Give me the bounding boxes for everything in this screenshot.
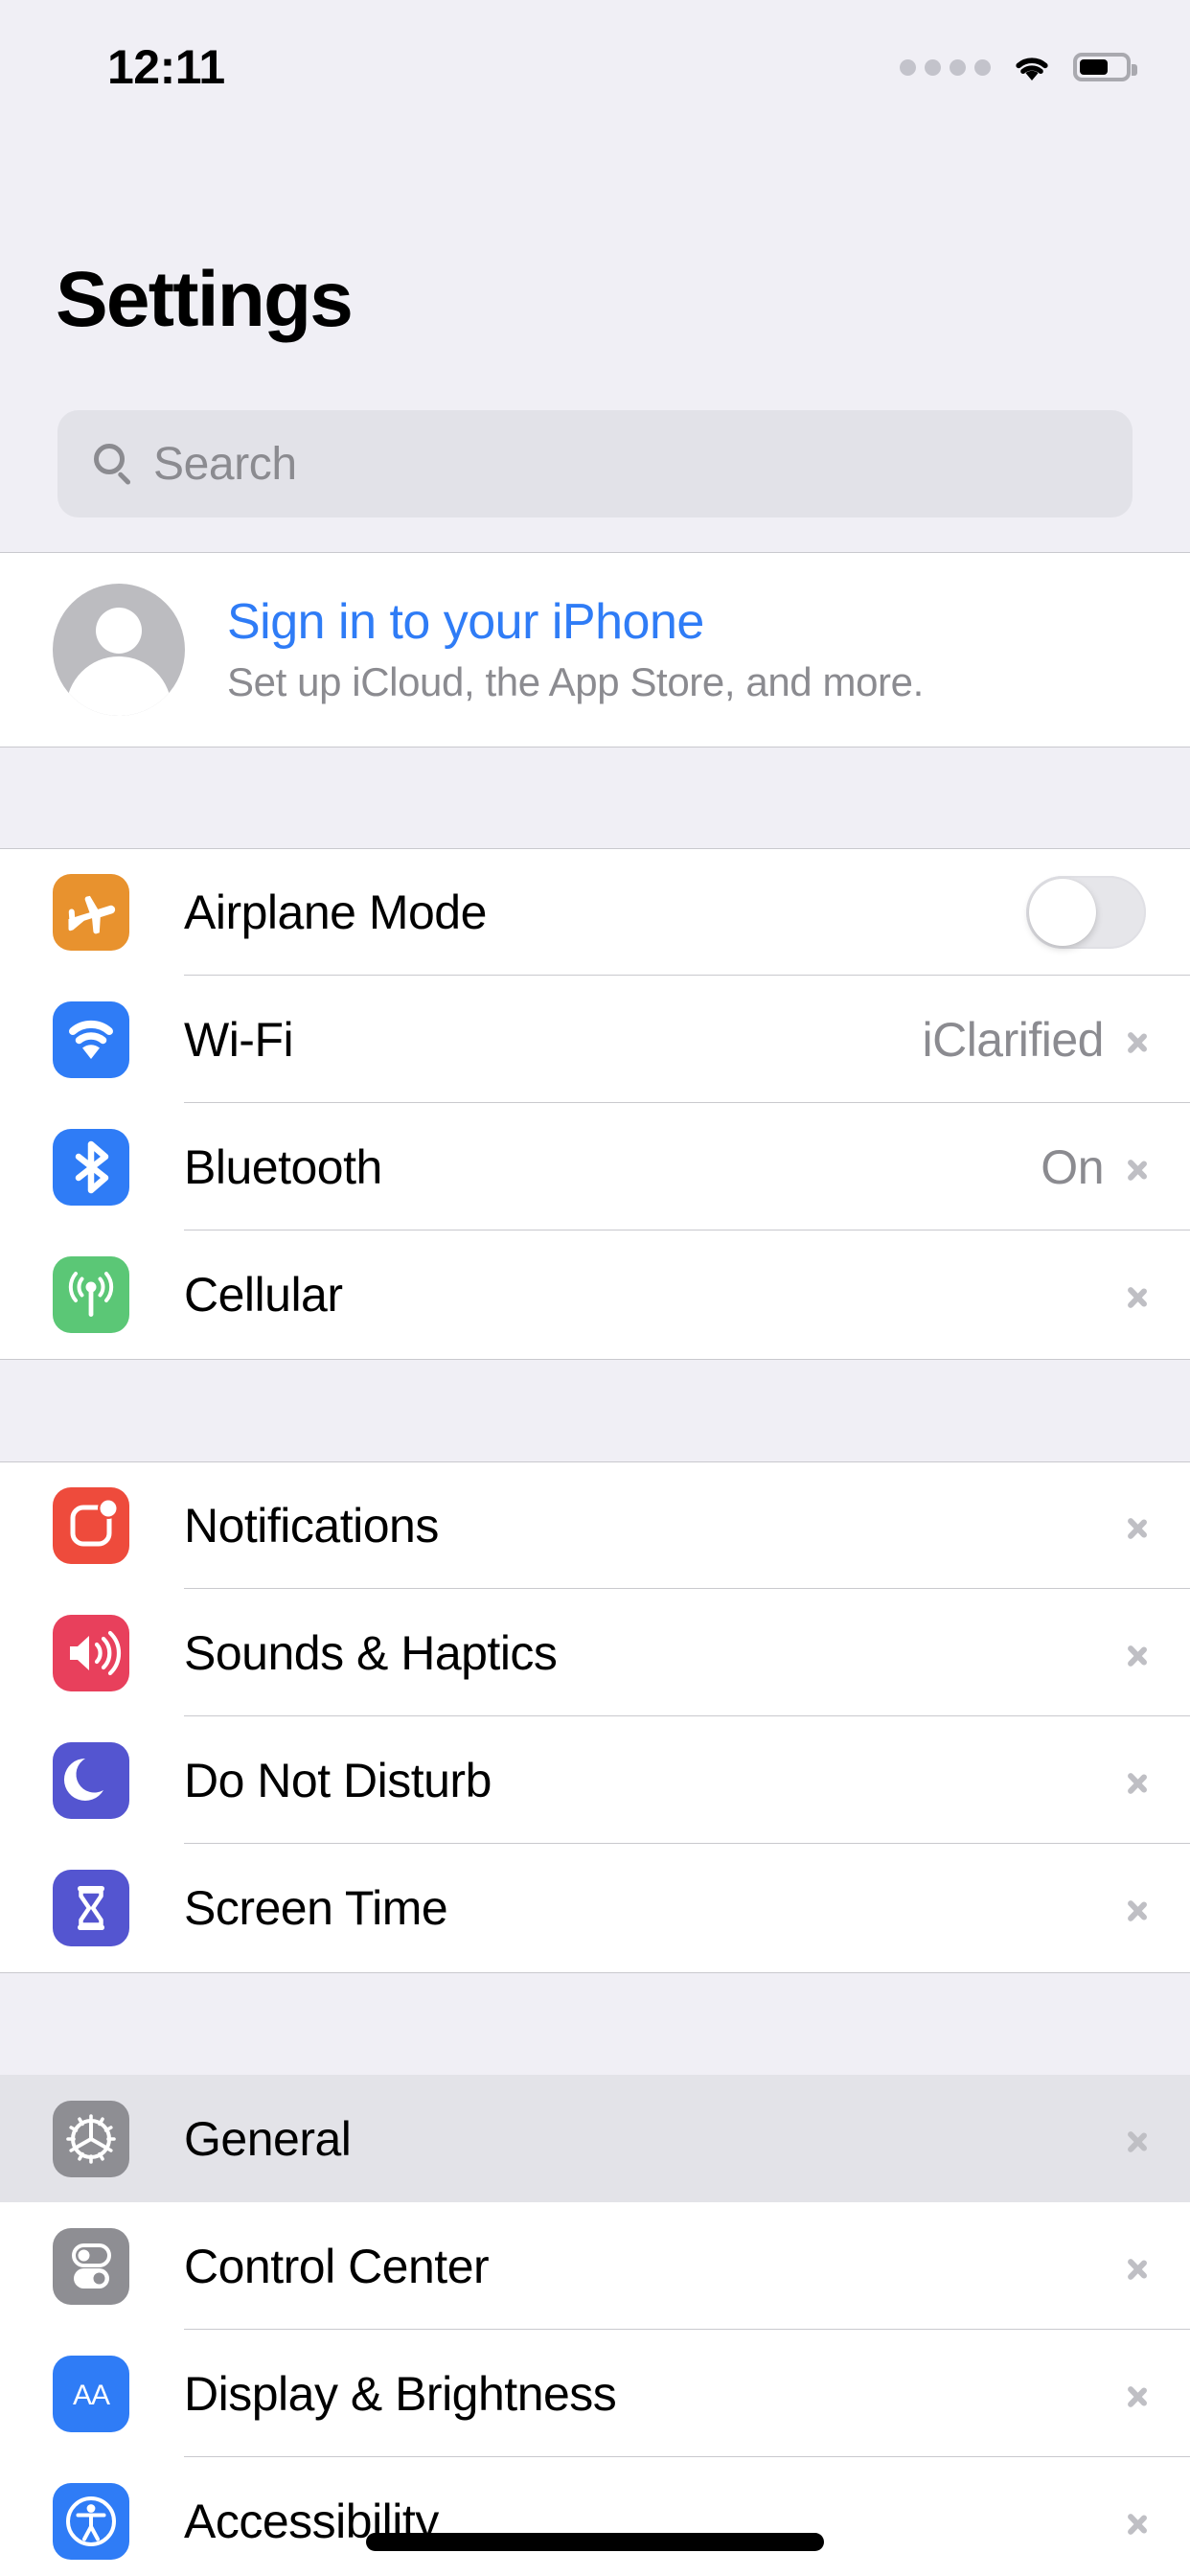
- chevron-right-icon: [1127, 2249, 1146, 2284]
- sign-in-title: Sign in to your iPhone: [227, 593, 704, 650]
- settings-row-do-not-disturb[interactable]: Do Not Disturb: [0, 1716, 1190, 1844]
- chevron-right-icon: [1127, 1763, 1146, 1798]
- settings-row-bluetooth[interactable]: Bluetooth On: [0, 1103, 1190, 1230]
- settings-row-label: Sounds & Haptics: [184, 1625, 558, 1680]
- chevron-right-icon: [1127, 2504, 1146, 2539]
- settings-row-display-brightness[interactable]: AA Display & Brightness: [0, 2330, 1190, 2457]
- chevron-right-icon: [1127, 2122, 1146, 2156]
- settings-row-label: Display & Brightness: [184, 2366, 617, 2421]
- svg-text:AA: AA: [73, 2380, 110, 2411]
- wifi-network-value: iClarified: [922, 1012, 1104, 1067]
- status-bar-time: 12:11: [107, 40, 225, 94]
- status-bar: 12:11: [0, 0, 1190, 134]
- settings-row-label: Control Center: [184, 2239, 490, 2293]
- settings-row-label: Screen Time: [184, 1880, 448, 1935]
- sign-in-row[interactable]: Sign in to your iPhone Set up iCloud, th…: [0, 552, 1190, 748]
- bluetooth-state-value: On: [1041, 1139, 1104, 1194]
- settings-row-label: Cellular: [184, 1267, 343, 1322]
- settings-row-accessibility[interactable]: Accessibility: [0, 2457, 1190, 2576]
- display-brightness-icon: AA: [53, 2355, 129, 2432]
- chevron-right-icon: [1127, 1891, 1146, 1925]
- settings-group-general: General Control Center AA Display & Brig…: [0, 2075, 1190, 2576]
- search-placeholder: Search: [153, 438, 297, 490]
- settings-group-connectivity: Airplane Mode Wi-Fi iClarified Bluetooth…: [0, 848, 1190, 1360]
- settings-row-sounds-haptics[interactable]: Sounds & Haptics: [0, 1589, 1190, 1716]
- settings-row-label: Airplane Mode: [184, 885, 487, 939]
- airplane-mode-toggle[interactable]: [1026, 875, 1146, 949]
- settings-row-cellular[interactable]: Cellular: [0, 1230, 1190, 1358]
- sign-in-subtitle: Set up iCloud, the App Store, and more.: [227, 659, 924, 705]
- hourglass-icon: [53, 1869, 129, 1946]
- battery-icon: [1073, 53, 1137, 81]
- home-indicator[interactable]: [366, 2533, 824, 2551]
- gear-icon: [53, 2100, 129, 2177]
- settings-row-notifications[interactable]: Notifications: [0, 1461, 1190, 1589]
- speaker-icon: [53, 1614, 129, 1691]
- search-icon: [94, 444, 134, 486]
- signal-dots-icon: [900, 58, 991, 76]
- chevron-right-icon: [1127, 1636, 1146, 1670]
- settings-row-label: Do Not Disturb: [184, 1753, 492, 1807]
- settings-row-label: General: [184, 2111, 352, 2166]
- settings-row-control-center[interactable]: Control Center: [0, 2202, 1190, 2330]
- wifi-icon: [1012, 52, 1052, 82]
- status-bar-indicators: [900, 52, 1137, 82]
- bluetooth-icon: [53, 1128, 129, 1206]
- notifications-icon: [53, 1486, 129, 1564]
- settings-row-wifi[interactable]: Wi-Fi iClarified: [0, 976, 1190, 1103]
- wifi-icon: [53, 1000, 129, 1078]
- cellular-antenna-icon: [53, 1255, 129, 1333]
- chevron-right-icon: [1127, 1023, 1146, 1057]
- search-input[interactable]: Search: [57, 410, 1133, 518]
- settings-row-airplane-mode[interactable]: Airplane Mode: [0, 848, 1190, 976]
- settings-row-general[interactable]: General: [0, 2075, 1190, 2202]
- person-avatar-icon: [53, 584, 185, 716]
- settings-row-label: Wi-Fi: [184, 1012, 294, 1067]
- chevron-right-icon: [1127, 1277, 1146, 1312]
- moon-icon: [53, 1741, 129, 1819]
- settings-row-label: Bluetooth: [184, 1139, 382, 1194]
- settings-group-notifications: Notifications Sounds & Haptics Do Not Di…: [0, 1461, 1190, 1973]
- page-title: Settings: [56, 256, 354, 343]
- settings-row-label: Notifications: [184, 1498, 439, 1552]
- control-center-icon: [53, 2227, 129, 2305]
- chevron-right-icon: [1127, 1508, 1146, 1543]
- chevron-right-icon: [1127, 1150, 1146, 1184]
- accessibility-icon: [53, 2482, 129, 2560]
- settings-screen: 12:11 Settings Search Sign in to your iP…: [0, 0, 1190, 2576]
- chevron-right-icon: [1127, 2377, 1146, 2411]
- settings-row-screen-time[interactable]: Screen Time: [0, 1844, 1190, 1971]
- sign-in-text: Sign in to your iPhone Set up iCloud, th…: [227, 596, 924, 704]
- airplane-icon: [53, 873, 129, 951]
